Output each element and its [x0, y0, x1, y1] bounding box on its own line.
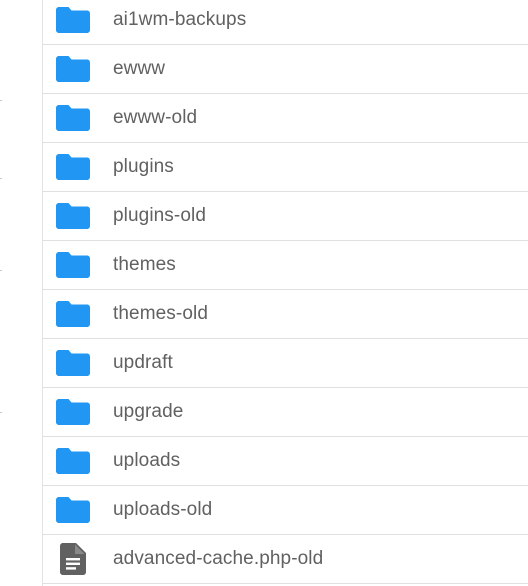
folder-icon [55, 55, 91, 83]
item-name[interactable]: uploads [113, 450, 180, 472]
item-name[interactable]: ai1wm-backups [113, 9, 246, 31]
folder-icon [55, 496, 91, 524]
left-panel-edge [0, 0, 43, 586]
folder-row[interactable]: ewww [43, 45, 528, 94]
folder-row[interactable]: themes [43, 241, 528, 290]
folder-row[interactable]: themes-old [43, 290, 528, 339]
folder-row[interactable]: plugins-old [43, 192, 528, 241]
item-name[interactable]: ewww [113, 58, 165, 80]
folder-icon [55, 349, 91, 377]
file-row[interactable]: advanced-cache.php-old [43, 535, 528, 584]
folder-icon [55, 251, 91, 279]
folder-row[interactable]: uploads-old [43, 486, 528, 535]
file-document-icon [55, 543, 91, 575]
folder-row[interactable]: ai1wm-backups [43, 0, 528, 45]
folder-icon [55, 300, 91, 328]
file-list: ai1wm-backups ewww ewww-old plugins plugins-… [43, 0, 528, 584]
gutter-mark [0, 178, 2, 179]
folder-icon [55, 153, 91, 181]
folder-icon [55, 398, 91, 426]
gutter-mark [0, 270, 2, 271]
item-name[interactable]: ewww-old [113, 107, 197, 129]
gutter-mark [0, 412, 2, 413]
item-name[interactable]: advanced-cache.php-old [113, 548, 323, 570]
gutter-mark [0, 100, 2, 101]
item-name[interactable]: plugins [113, 156, 174, 178]
item-name[interactable]: updraft [113, 352, 173, 374]
file-browser: ai1wm-backups ewww ewww-old plugins plugins-… [0, 0, 528, 586]
folder-row[interactable]: upgrade [43, 388, 528, 437]
folder-row[interactable]: updraft [43, 339, 528, 388]
item-name[interactable]: themes-old [113, 303, 208, 325]
folder-icon [55, 6, 91, 34]
folder-row[interactable]: uploads [43, 437, 528, 486]
folder-icon [55, 202, 91, 230]
item-name[interactable]: themes [113, 254, 176, 276]
item-name[interactable]: plugins-old [113, 205, 206, 227]
folder-icon [55, 104, 91, 132]
item-name[interactable]: uploads-old [113, 499, 212, 521]
item-name[interactable]: upgrade [113, 401, 183, 423]
folder-row[interactable]: ewww-old [43, 94, 528, 143]
folder-icon [55, 447, 91, 475]
folder-row[interactable]: plugins [43, 143, 528, 192]
